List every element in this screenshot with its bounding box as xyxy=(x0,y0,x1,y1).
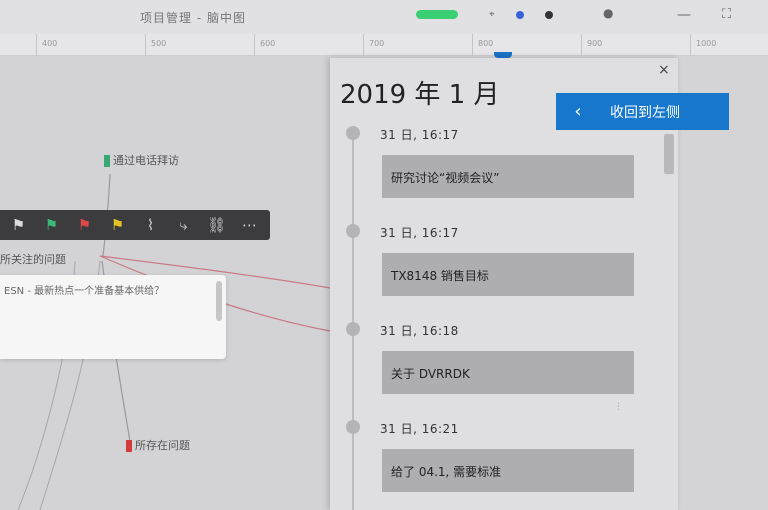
chevron-left-icon: ‹ xyxy=(574,101,582,122)
timeline-dot xyxy=(346,420,360,434)
ruler-label: 700 xyxy=(369,39,385,48)
node-label: 所关注的问题 xyxy=(0,253,66,266)
title-bar: 项目管理 - 脑中图 ⌖ ● — ⛶ xyxy=(0,0,768,34)
ruler-label: 1000 xyxy=(696,39,717,48)
note-text: ESN - 最新热点一个准备基本供给？ xyxy=(4,286,165,297)
black-dot-icon[interactable] xyxy=(545,11,553,19)
chart-icon[interactable]: ⌇ xyxy=(134,210,167,240)
mindmap-node[interactable]: 所存在问题 xyxy=(126,437,190,453)
red-flag-icon[interactable]: ⚑ xyxy=(68,210,101,240)
mindmap-node[interactable]: 所关注的问题 xyxy=(0,251,66,267)
history-entry[interactable]: 关于 DVRRDK xyxy=(382,351,634,394)
restore-button[interactable]: ⛶ xyxy=(722,7,731,22)
history-entry[interactable]: TX8148 销售目标 xyxy=(382,253,634,296)
panel-title: 2019 年 1 月 xyxy=(340,80,500,110)
close-icon[interactable]: × xyxy=(658,62,670,78)
blue-dot-icon[interactable] xyxy=(516,11,524,19)
green-flag-icon[interactable]: ⚑ xyxy=(35,210,68,240)
node-label: 通过电话拜访 xyxy=(113,154,179,167)
resize-handle-icon[interactable]: ⋮ xyxy=(614,402,623,412)
ruler-label: 500 xyxy=(151,39,167,48)
window-title: 项目管理 - 脑中图 xyxy=(140,11,246,25)
timeline-dot xyxy=(346,126,360,140)
mindmap-canvas[interactable]: 通过电话拜访 所关注的问题 所存在问题 ⚑ ⚑ ⚑ ⚑ ⌇ ⤷ ⛓ ⋯ ESN … xyxy=(0,56,330,510)
ruler-label: 800 xyxy=(478,39,494,48)
history-entry[interactable]: 研究讨论“视频会议” xyxy=(382,155,634,198)
collapse-to-left-button[interactable]: ‹ 收回到左侧 xyxy=(556,93,729,130)
entry-timestamp: 31 日, 16:21 xyxy=(380,422,459,436)
history-entry[interactable]: 给了 04.1, 需要标准 xyxy=(382,449,634,492)
minimize-button[interactable]: — xyxy=(677,7,691,23)
button-label: 收回到左侧 xyxy=(610,104,680,121)
timeline-dot xyxy=(346,224,360,238)
pin-icon[interactable]: ⌖ xyxy=(489,9,495,20)
ruler-label: 600 xyxy=(260,39,276,48)
timeline-dot xyxy=(346,322,360,336)
yellow-flag-icon[interactable]: ⚑ xyxy=(101,210,134,240)
link-icon[interactable]: ⛓ xyxy=(200,210,233,240)
timeline-line xyxy=(352,128,354,510)
white-flag-icon[interactable]: ⚑ xyxy=(2,210,35,240)
entry-timestamp: 31 日, 16:17 xyxy=(380,128,459,142)
note-popup[interactable]: ESN - 最新热点一个准备基本供给？ xyxy=(0,275,226,359)
branch-icon[interactable]: ⤷ xyxy=(167,210,200,240)
red-marker-icon xyxy=(126,440,132,452)
node-toolbar: ⚑ ⚑ ⚑ ⚑ ⌇ ⤷ ⛓ ⋯ xyxy=(0,210,270,240)
more-icon[interactable]: ⋯ xyxy=(233,210,266,240)
note-scrollbar[interactable] xyxy=(216,281,222,321)
horizontal-ruler: 400 500 600 700 800 900 1000 xyxy=(0,34,768,56)
user-icon[interactable]: ● xyxy=(603,6,613,20)
ruler-label: 900 xyxy=(587,39,603,48)
node-label: 所存在问题 xyxy=(135,439,190,452)
entry-timestamp: 31 日, 16:17 xyxy=(380,226,459,240)
green-marker-icon xyxy=(104,155,110,167)
ruler-label: 400 xyxy=(42,39,58,48)
mindmap-node[interactable]: 通过电话拜访 xyxy=(104,152,179,168)
status-indicator xyxy=(416,10,458,19)
entry-timestamp: 31 日, 16:18 xyxy=(380,324,459,338)
panel-scrollbar[interactable] xyxy=(664,134,674,174)
